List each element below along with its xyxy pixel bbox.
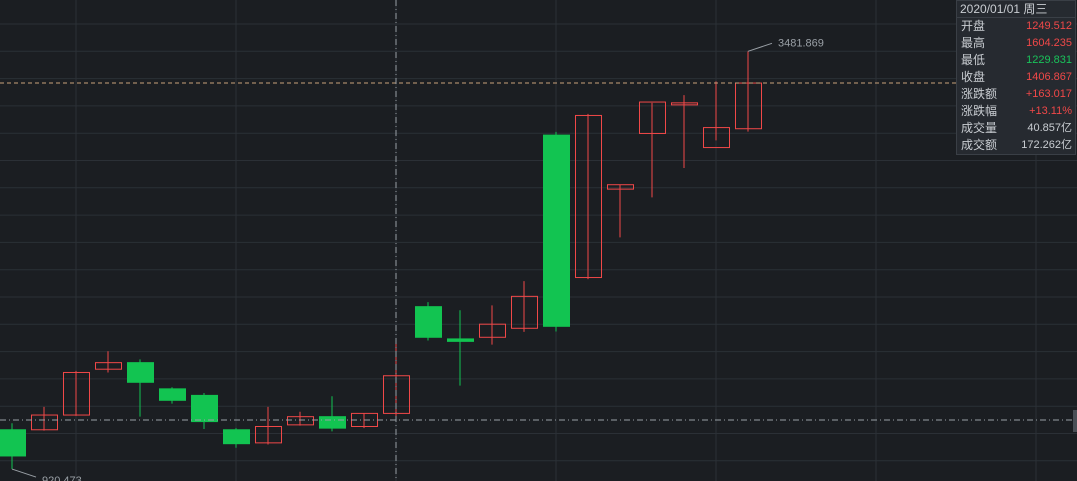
candle-body-down — [447, 338, 474, 342]
candle-body-down — [223, 429, 250, 445]
candle-body-down — [543, 134, 570, 327]
ohlc-tooltip: 2020/01/01 周三 开盘 1249.512 最高 1604.235 最低 1229… — [956, 0, 1076, 155]
candlestick-chart[interactable]: 3481.869 920.473 2020/01/01 周三 开盘 1249.512… — [0, 0, 1077, 481]
tooltip-row-value: 1604.235 — [1026, 37, 1072, 49]
tooltip-row-label: 最低 — [961, 53, 986, 67]
tooltip-row: 开盘 1249.512 — [957, 18, 1075, 35]
tooltip-row-value: 172.262亿 — [1021, 139, 1072, 151]
max-annotation-label: 3481.869 — [778, 37, 824, 49]
grid-lines — [0, 0, 1077, 481]
candle-body-down — [159, 388, 186, 401]
candle-body-down — [191, 394, 218, 423]
tooltip-date: 2020/01/01 周三 — [957, 1, 1075, 18]
tooltip-row-label: 涨跌额 — [961, 87, 998, 101]
overlay-layer: 3481.869 920.473 — [0, 0, 1077, 481]
tooltip-row: 成交量 40.857亿 — [957, 120, 1075, 137]
tooltip-row: 最低 1229.831 — [957, 52, 1075, 69]
tooltip-row: 最高 1604.235 — [957, 35, 1075, 52]
tooltip-row-value: 1229.831 — [1026, 54, 1072, 66]
tooltip-row-value: 1249.512 — [1026, 20, 1072, 32]
tooltip-row-label: 最高 — [961, 36, 986, 50]
scroll-handle — [1073, 410, 1077, 432]
tooltip-row-value: 1406.867 — [1026, 71, 1072, 83]
candle-body-down — [0, 429, 26, 457]
chart-canvas[interactable]: 3481.869 920.473 — [0, 0, 1077, 481]
tooltip-rows: 开盘 1249.512 最高 1604.235 最低 1229.831 收盘 1406.867… — [957, 18, 1075, 154]
tooltip-row-label: 成交额 — [961, 138, 998, 152]
tooltip-row-label: 成交量 — [961, 121, 998, 135]
tooltip-row: 收盘 1406.867 — [957, 69, 1075, 86]
min-annotation-leader — [11, 468, 37, 478]
tooltip-row-label: 涨跌幅 — [961, 104, 998, 118]
candle-body-down — [319, 416, 346, 429]
tooltip-row-value: +163.017 — [1025, 88, 1072, 100]
max-annotation-leader — [747, 42, 773, 52]
tooltip-row-value: +13.11% — [1029, 105, 1072, 117]
candle-body-down — [415, 306, 442, 338]
tooltip-row-label: 开盘 — [961, 19, 986, 33]
tooltip-row: 涨跌幅 +13.11% — [957, 103, 1075, 120]
tooltip-row-value: 40.857亿 — [1027, 122, 1072, 134]
tooltip-row: 成交额 172.262亿 — [957, 137, 1075, 154]
tooltip-row-label: 收盘 — [961, 70, 986, 84]
min-annotation-label: 920.473 — [42, 475, 82, 481]
tooltip-row: 涨跌额 +163.017 — [957, 86, 1075, 103]
candle-body-down — [127, 362, 154, 383]
